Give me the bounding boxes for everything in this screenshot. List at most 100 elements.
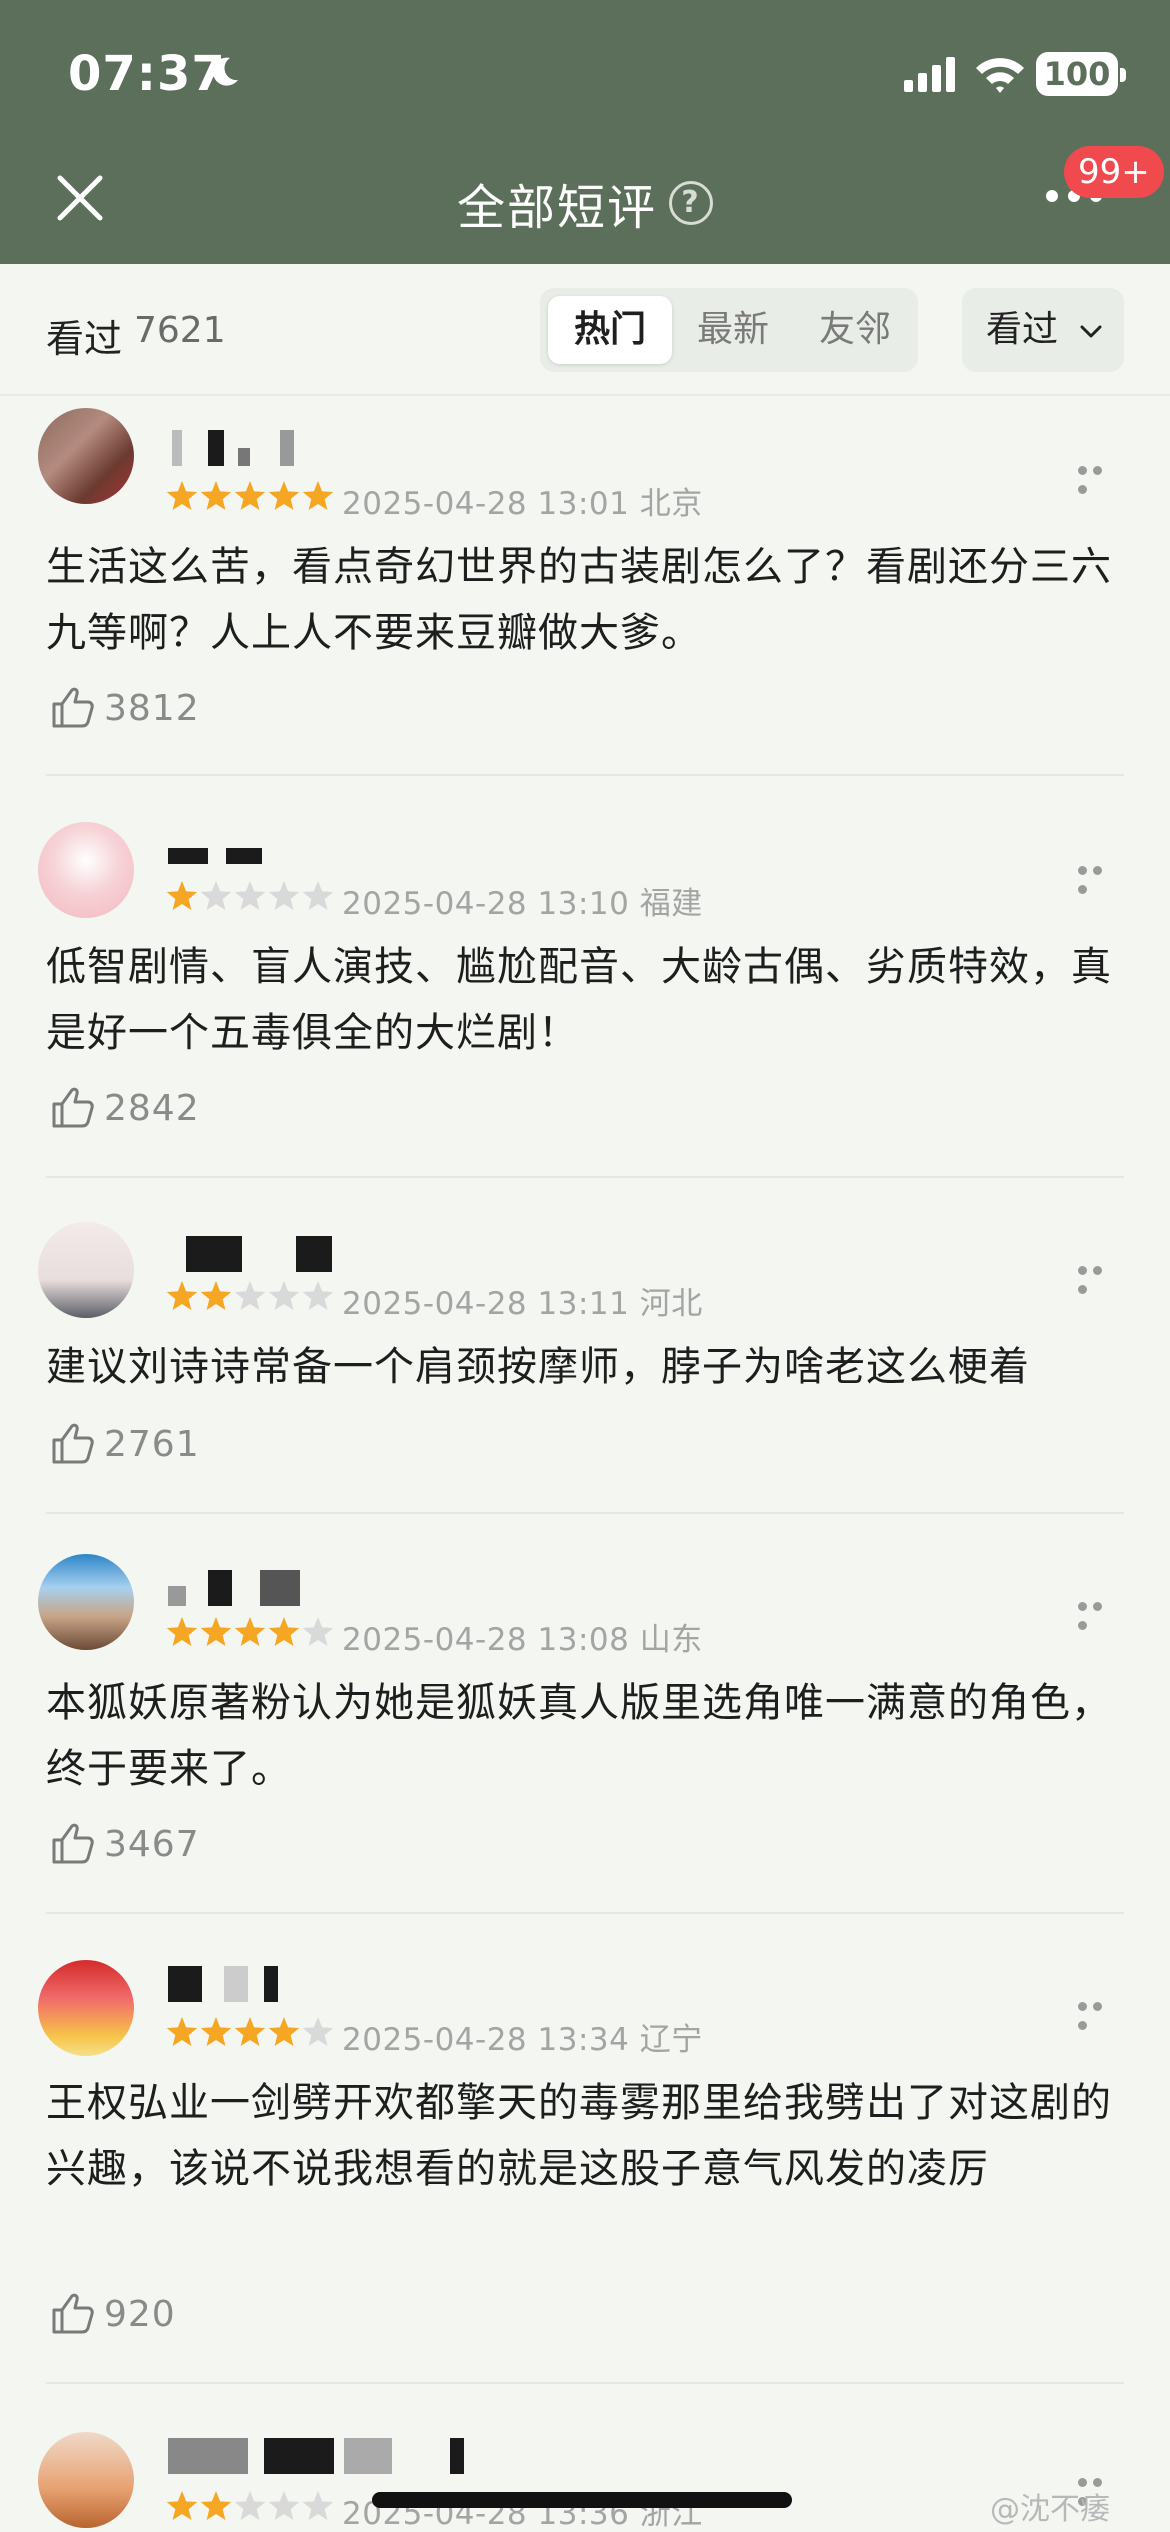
divider — [46, 1176, 1124, 1178]
review-options-icon[interactable] — [1078, 460, 1122, 494]
status-bar: 07:37 100 — [0, 0, 1170, 150]
review-meta: 2025-04-28 13:08 山东 — [342, 1614, 703, 1659]
status-time: 07:37 — [68, 46, 226, 102]
star-filled-icon — [166, 1281, 198, 1310]
review-location: 北京 — [639, 486, 703, 522]
review-options-icon[interactable] — [1078, 1996, 1122, 2030]
battery-indicator: 100 — [1036, 52, 1126, 96]
username-redacted — [168, 1570, 318, 1610]
app-header: 07:37 100 全部短评? 99+ — [0, 0, 1170, 264]
avatar[interactable] — [38, 2432, 134, 2528]
review-item: 2025-04-28 13:10 福建 低智剧情、盲人演技、尴尬配音、大龄古偶、… — [0, 780, 1170, 1180]
moon-icon — [212, 57, 238, 86]
star-filled-icon — [166, 881, 198, 910]
review-item: 2025-04-28 13:34 辽宁 王权弘业一剑劈开欢都擎天的毒雾那里给我劈… — [0, 1916, 1170, 2386]
star-empty-icon — [268, 1281, 300, 1310]
home-indicator[interactable] — [372, 2492, 792, 2508]
rating-stars — [166, 2017, 334, 2046]
star-filled-icon — [200, 1281, 232, 1310]
review-text: 本狐妖原著粉认为她是狐妖真人版里选角唯一满意的角色，终于要来了。 — [46, 1680, 1112, 1792]
watermark: @沈不痿 — [990, 2492, 1110, 2527]
star-filled-icon — [234, 1617, 266, 1646]
divider — [46, 1512, 1124, 1514]
thumbs-up-icon — [52, 1823, 94, 1864]
review-text: 低智剧情、盲人演技、尴尬配音、大龄古偶、劣质特效，真是好一个五毒俱全的大烂剧！ — [46, 944, 1112, 1056]
review-meta: 2025-04-28 13:10 福建 — [342, 878, 703, 923]
star-filled-icon — [234, 481, 266, 510]
review-date: 2025-04-28 13:34 — [342, 2022, 630, 2058]
star-empty-icon — [268, 2491, 300, 2520]
thumbs-up-icon — [52, 2293, 94, 2334]
help-icon[interactable]: ? — [669, 181, 713, 225]
thumbs-up-icon — [52, 687, 94, 728]
rating-stars — [166, 481, 334, 510]
tab-hot[interactable]: 热门 — [548, 296, 672, 364]
review-text: 建议刘诗诗常备一个肩颈按摩师，脖子为啥老这么梗着 — [46, 1344, 1030, 1390]
review-date: 2025-04-28 13:11 — [342, 1286, 630, 1322]
notification-badge: 99+ — [1064, 146, 1164, 198]
review-options-icon[interactable] — [1078, 1596, 1122, 1630]
seen-label: 看过 — [46, 317, 123, 361]
like-count: 920 — [104, 2294, 176, 2335]
review-date: 2025-04-28 13:10 — [342, 886, 630, 922]
star-filled-icon — [268, 481, 300, 510]
review-meta: 2025-04-28 13:01 北京 — [342, 478, 703, 523]
review-meta: 2025-04-28 13:11 河北 — [342, 1278, 703, 1323]
avatar[interactable] — [38, 1222, 134, 1318]
cellular-signal-icon — [904, 57, 955, 92]
star-filled-icon — [268, 2017, 300, 2046]
username-redacted — [168, 840, 278, 880]
review-text: 王权弘业一剑劈开欢都擎天的毒雾那里给我劈出了对这剧的兴趣，该说不说我想看的就是这… — [46, 2080, 1112, 2192]
rating-stars — [166, 1617, 334, 1646]
rating-stars — [166, 1281, 334, 1310]
review-date: 2025-04-28 13:08 — [342, 1622, 630, 1658]
review-date: 2025-04-28 13:01 — [342, 486, 630, 522]
seen-count: 7621 — [134, 310, 226, 351]
star-filled-icon — [166, 2017, 198, 2046]
star-filled-icon — [166, 2491, 198, 2520]
star-filled-icon — [234, 2017, 266, 2046]
chevron-down-icon — [1080, 325, 1102, 338]
tab-friends[interactable]: 友邻 — [794, 296, 916, 364]
divider — [46, 774, 1124, 776]
review-location: 辽宁 — [639, 2022, 703, 2058]
review-text: 生活这么苦，看点奇幻世界的古装剧怎么了？看剧还分三六九等啊？人上人不要来豆瓣做大… — [46, 544, 1112, 656]
rating-stars — [166, 2491, 334, 2520]
avatar[interactable] — [38, 822, 134, 918]
review-item: 2025-04-28 13:01 北京 生活这么苦，看点奇幻世界的古装剧怎么了？… — [0, 400, 1170, 780]
divider — [46, 1912, 1124, 1914]
tab-latest[interactable]: 最新 — [672, 296, 794, 364]
review-options-icon[interactable] — [1078, 1260, 1122, 1294]
review-item: 2025-04-28 13:11 河北 建议刘诗诗常备一个肩颈按摩师，脖子为啥老… — [0, 1180, 1170, 1516]
star-filled-icon — [166, 481, 198, 510]
username-redacted — [168, 2438, 468, 2478]
avatar[interactable] — [38, 1554, 134, 1650]
thumbs-up-icon — [52, 1423, 94, 1464]
page-title-text: 全部短评 — [456, 180, 657, 236]
page-title: 全部短评? — [0, 168, 1170, 238]
star-filled-icon — [302, 481, 334, 510]
wifi-icon — [976, 58, 1024, 93]
username-redacted — [168, 1966, 308, 2006]
review-location: 福建 — [639, 886, 703, 922]
like-count: 2761 — [104, 1424, 200, 1465]
review-item: 2025-04-28 13:08 山东 本狐妖原著粉认为她是狐妖真人版里选角唯一… — [0, 1516, 1170, 1916]
filter-bar: 看过 7621 热门 最新 友邻 看过 — [0, 264, 1170, 396]
star-empty-icon — [302, 881, 334, 910]
sort-tabs: 热门 最新 友邻 — [540, 288, 918, 372]
review-options-icon[interactable] — [1078, 860, 1122, 894]
status-filter-dropdown[interactable]: 看过 — [962, 288, 1124, 372]
star-filled-icon — [200, 2491, 232, 2520]
star-empty-icon — [234, 1281, 266, 1310]
thumbs-up-icon — [52, 1087, 94, 1128]
star-empty-icon — [268, 881, 300, 910]
star-empty-icon — [302, 1617, 334, 1646]
avatar[interactable] — [38, 408, 134, 504]
star-filled-icon — [200, 481, 232, 510]
rating-stars — [166, 881, 334, 910]
star-filled-icon — [268, 1617, 300, 1646]
star-empty-icon — [234, 881, 266, 910]
avatar[interactable] — [38, 1960, 134, 2056]
star-empty-icon — [200, 881, 232, 910]
review-location: 山东 — [639, 1622, 703, 1658]
